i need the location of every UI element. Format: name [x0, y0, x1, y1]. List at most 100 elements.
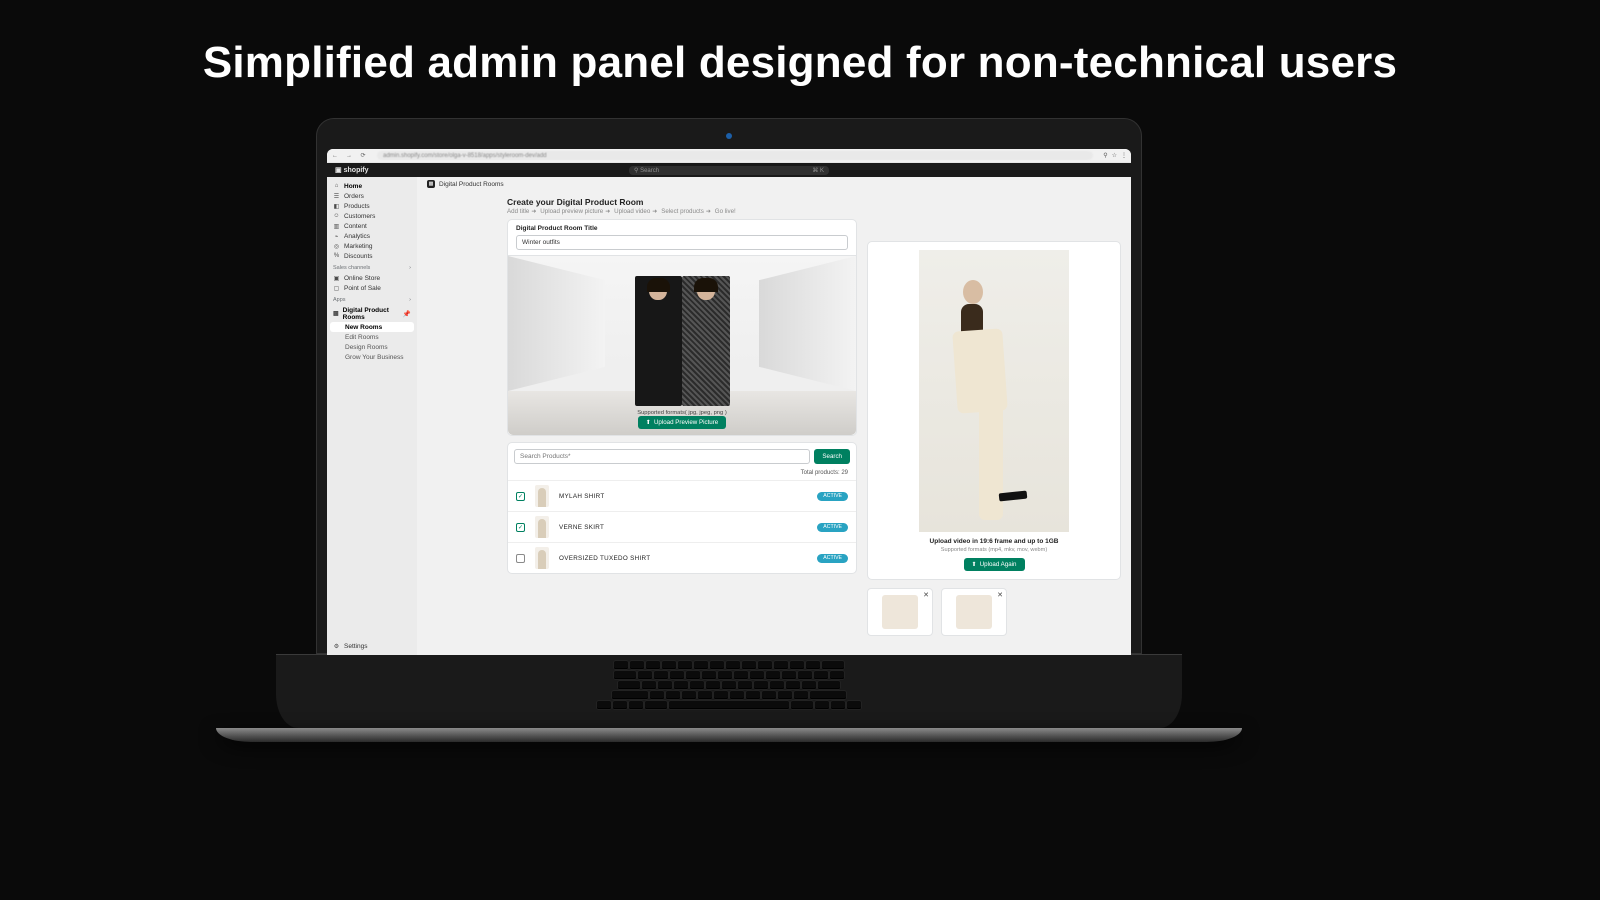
sidebar-item-pos[interactable]: ▢Point of Sale: [327, 283, 417, 293]
remove-icon[interactable]: ✕: [923, 591, 929, 599]
customers-icon: ☺: [333, 213, 340, 220]
search-button[interactable]: Search: [814, 449, 850, 464]
camera-dot: [726, 133, 732, 139]
product-row[interactable]: ✓ VERNE SKIRT ACTIVE: [508, 511, 856, 542]
title-section: Digital Product Room Title: [508, 220, 856, 255]
preview-models: [635, 276, 730, 406]
model-figure: [635, 276, 683, 406]
video-title: Upload video in 19:6 frame and up to 1GB: [876, 538, 1112, 545]
content: ▩ Digital Product Rooms Create your Digi…: [417, 177, 1131, 655]
steps: Add title➜ Upload preview picture➜ Uploa…: [417, 207, 1131, 219]
sidebar-item-discounts[interactable]: % Discounts: [327, 251, 417, 261]
gear-icon: ⚙: [333, 643, 340, 650]
bookmark-icon[interactable]: ☆: [1112, 152, 1117, 159]
back-button[interactable]: ←: [331, 153, 339, 159]
sidebar-item-content[interactable]: ▥Content: [327, 221, 417, 231]
search-icon: ⚲: [634, 168, 638, 174]
stage: Digital Product Room Title Sup: [417, 219, 1131, 655]
checkbox[interactable]: ✓: [516, 523, 525, 532]
selected-product-tile[interactable]: ✕: [941, 588, 1007, 636]
arrow-icon: ➜: [531, 208, 536, 215]
sidebar-item-label: Customers: [344, 213, 375, 220]
step: Go live!: [715, 208, 736, 215]
status-badge: ACTIVE: [817, 492, 848, 501]
laptop-mockup: ← → ⟳ admin.shopify.com/store/olga-v-851…: [316, 118, 1142, 742]
search-placeholder: Search: [640, 168, 659, 174]
product-name: OVERSIZED TUXEDO SHIRT: [559, 555, 807, 562]
extensions-icon[interactable]: ⋮: [1121, 152, 1127, 159]
sidebar-item-settings[interactable]: ⚙Settings: [327, 641, 417, 651]
orders-icon: ☰: [333, 193, 340, 200]
product-search-input[interactable]: [514, 449, 810, 464]
shopify-logo[interactable]: ▣ shopify: [335, 166, 369, 174]
global-search[interactable]: ⚲ Search ⌘ K: [629, 166, 829, 175]
sidebar-item-analytics[interactable]: ⌁ Analytics: [327, 231, 417, 241]
chevron-right-icon[interactable]: ›: [409, 265, 411, 271]
step: Upload preview picture: [540, 208, 603, 215]
step: Add title: [507, 208, 529, 215]
video-preview: [919, 250, 1069, 532]
shopify-icon: ▣: [335, 166, 342, 174]
reload-button[interactable]: ⟳: [359, 152, 367, 159]
layout: ⌂Home ☰ Orders ◧Products ☺ Customers ▥Cont…: [327, 177, 1131, 655]
product-name: MYLAH SHIRT: [559, 493, 807, 500]
video-subtitle: Supported formats (mp4, mkv, mov, webm): [876, 547, 1112, 553]
sidebar-item-label: Analytics: [344, 233, 370, 240]
discounts-icon: %: [333, 253, 340, 260]
tile-thumb: [956, 595, 992, 629]
arrow-icon: ➜: [706, 208, 711, 215]
app-icon: ▩: [333, 310, 339, 317]
brand-text: shopify: [344, 167, 369, 174]
upload-again-button[interactable]: ⬆Upload Again: [964, 558, 1025, 571]
sidebar-subitem-grow[interactable]: Grow Your Business: [327, 352, 417, 362]
sidebar-item-customers[interactable]: ☺ Customers: [327, 211, 417, 221]
button-label: Upload Preview Picture: [654, 419, 718, 426]
sidebar-item-label: Products: [344, 203, 370, 210]
remove-icon[interactable]: ✕: [997, 591, 1003, 599]
sidebar-item-marketing[interactable]: ◎Marketing: [327, 241, 417, 251]
sidebar-item-orders[interactable]: ☰ Orders: [327, 191, 417, 201]
analytics-icon: ⌁: [333, 233, 340, 240]
screen: ← → ⟳ admin.shopify.com/store/olga-v-851…: [327, 149, 1131, 655]
breadcrumb: ▩ Digital Product Rooms: [417, 177, 1131, 191]
product-row[interactable]: ✓ MYLAH SHIRT ACTIVE: [508, 480, 856, 511]
product-row[interactable]: OVERSIZED TUXEDO SHIRT ACTIVE: [508, 542, 856, 573]
title-label: Digital Product Room Title: [516, 225, 848, 232]
app-badge-icon: ▩: [427, 180, 435, 188]
sidebar-subitem-new-rooms[interactable]: New Rooms: [330, 322, 414, 332]
keyboard-deck: [276, 654, 1182, 728]
selected-product-tile[interactable]: ✕: [867, 588, 933, 636]
checkbox[interactable]: [516, 554, 525, 563]
url-bar[interactable]: admin.shopify.com/store/olga-v-8518/apps…: [377, 151, 1093, 160]
breadcrumb-text: Digital Product Rooms: [439, 181, 504, 188]
sidebar-item-online-store[interactable]: ▣ Online Store: [327, 273, 417, 283]
sidebar-item-products[interactable]: ◧Products: [327, 201, 417, 211]
product-search-row: Search: [508, 443, 856, 470]
sidebar-section-apps: Apps›: [327, 293, 417, 305]
product-thumb: [535, 516, 549, 538]
sidebar-item-dpr[interactable]: ▩Digital Product Rooms📌: [327, 305, 417, 322]
sidebar-section-channels: Sales channels›: [327, 261, 417, 273]
store-icon: ▣: [333, 275, 340, 282]
page-title: Create your Digital Product Room: [417, 191, 1131, 207]
sidebar-item-home[interactable]: ⌂Home: [327, 181, 417, 191]
upload-preview-button[interactable]: ⬆Upload Preview Picture: [638, 416, 727, 429]
forward-button[interactable]: →: [345, 153, 353, 159]
sidebar-item-label: Orders: [344, 193, 364, 200]
sidebar-item-label: Online Store: [344, 275, 380, 282]
arrow-icon: ➜: [652, 208, 657, 215]
step: Upload video: [614, 208, 650, 215]
sidebar-subitem-edit-rooms[interactable]: Edit Rooms: [327, 332, 417, 342]
marketing-icon: ◎: [333, 243, 340, 250]
room-title-input[interactable]: [516, 235, 848, 250]
pin-icon[interactable]: 📌: [403, 310, 411, 318]
product-thumb: [535, 485, 549, 507]
sidebar-subitem-design-rooms[interactable]: Design Rooms: [327, 342, 417, 352]
chevron-right-icon[interactable]: ›: [409, 297, 411, 303]
checkbox[interactable]: ✓: [516, 492, 525, 501]
search-icon[interactable]: ⚲: [1103, 152, 1107, 159]
sidebar-item-label: Discounts: [344, 253, 373, 260]
sidebar-item-label: Home: [344, 183, 362, 190]
upload-icon: ⬆: [646, 419, 651, 426]
shopify-header: ▣ shopify ⚲ Search ⌘ K: [327, 163, 1131, 177]
